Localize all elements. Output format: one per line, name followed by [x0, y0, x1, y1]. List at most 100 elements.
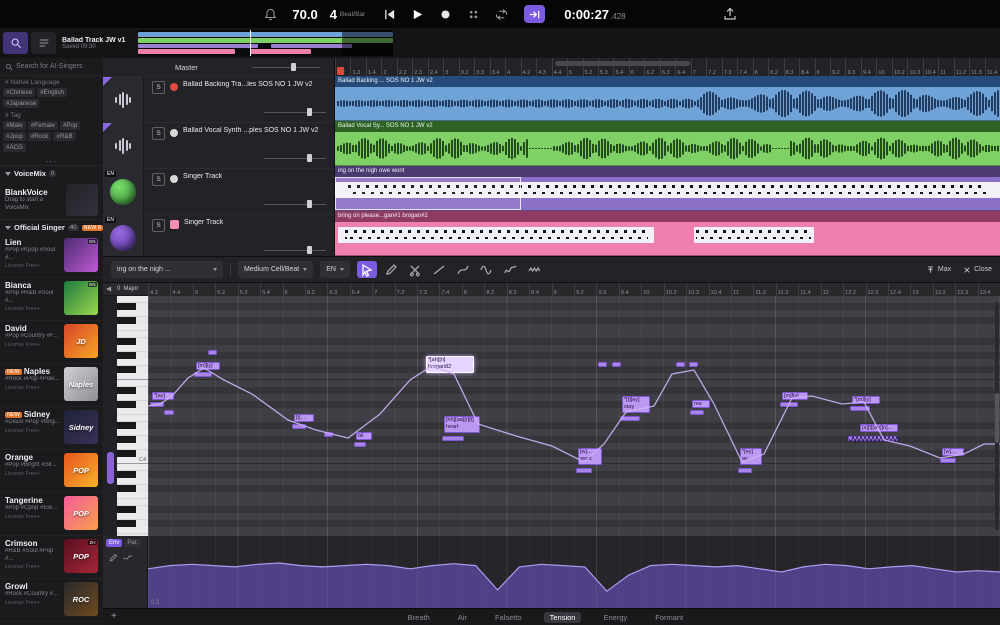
note-block[interactable]: [690, 410, 704, 415]
timeline-lane[interactable]: bring on please...gan#1 brogan#2: [335, 211, 1000, 256]
piano-key[interactable]: [117, 394, 148, 401]
record-arm-dot[interactable]: [170, 83, 178, 91]
note-block[interactable]: *[t][ey]stay: [622, 396, 650, 413]
close-editor-button[interactable]: Close: [963, 266, 992, 274]
track-list-button[interactable]: [31, 32, 56, 54]
note-block[interactable]: [598, 362, 607, 367]
note-block[interactable]: me: [692, 400, 710, 408]
note-block[interactable]: [940, 458, 956, 463]
singer-card[interactable]: Growl#Rock #Country #...License Free+ROC: [0, 579, 103, 622]
note-block[interactable]: [150, 402, 164, 407]
note-block[interactable]: [354, 442, 366, 447]
singer-card[interactable]: Crimson#R&B #Soul #Pop #...License Free+…: [0, 536, 103, 579]
filter-tag[interactable]: #Chinese: [3, 88, 35, 97]
region-marker[interactable]: [107, 452, 114, 484]
time-signature[interactable]: 4: [330, 7, 337, 22]
expand-tags-button[interactable]: ...: [0, 153, 103, 165]
singer-card[interactable]: David#Pop #Country #F...License Free+JD: [0, 321, 103, 364]
singer-search-input[interactable]: Search for AI-Singers: [0, 58, 103, 76]
piano-key[interactable]: [117, 310, 148, 317]
note-block[interactable]: [848, 436, 898, 441]
solo-button[interactable]: S: [152, 219, 165, 232]
note-block[interactable]: [676, 362, 685, 367]
param-tab-air[interactable]: Air: [452, 612, 473, 623]
tension-parameter-chart[interactable]: 0.3: [148, 536, 1000, 608]
piano-key[interactable]: C4: [117, 457, 148, 464]
pointer-tool[interactable]: [357, 261, 377, 278]
piano-key[interactable]: [117, 387, 136, 394]
singer-card[interactable]: Orange#Pop #Bright #Sil...License Free+P…: [0, 450, 103, 493]
official-singer-section-header[interactable]: Official Singer 40 NEW 8: [0, 219, 103, 235]
note-block[interactable]: [164, 410, 174, 415]
timeline-lane[interactable]: Ballad Vocal Sy... SOS NO 1 JW v2: [335, 121, 1000, 166]
master-volume-slider[interactable]: [252, 62, 320, 72]
note-block[interactable]: *[ey]ay: [740, 448, 762, 465]
note-block[interactable]: [w]...: [942, 448, 964, 456]
piano-key[interactable]: [117, 471, 136, 478]
pitch-freehand-tool[interactable]: [501, 261, 521, 278]
solo-button[interactable]: S: [152, 127, 165, 140]
piano-roll-ruler[interactable]: 4.34.455.25.35.466.26.36.477.27.37.488.2…: [148, 283, 1000, 297]
piano-key[interactable]: [117, 415, 148, 422]
piano-key[interactable]: [117, 408, 148, 415]
track-volume-slider[interactable]: [264, 245, 326, 255]
piano-key[interactable]: [117, 296, 148, 303]
play-icon[interactable]: [408, 5, 426, 23]
ai-search-button[interactable]: [3, 32, 28, 54]
note-block[interactable]: bil: [356, 432, 372, 440]
note-block[interactable]: [208, 350, 217, 355]
note-block[interactable]: [612, 362, 621, 367]
param-tab-breath[interactable]: Breath: [402, 612, 436, 623]
pitch-anchor-tool[interactable]: [453, 261, 473, 278]
arrangement-overview[interactable]: [138, 30, 393, 56]
param-tab-formant[interactable]: Formant: [649, 612, 689, 623]
curve-tool-icon[interactable]: [123, 553, 133, 563]
track-volume-slider[interactable]: [264, 107, 326, 117]
note-block[interactable]: *[m][iy]: [852, 396, 880, 404]
note-block[interactable]: [m][iy]: [782, 392, 808, 400]
filter-tag[interactable]: #English: [37, 88, 67, 97]
track-volume-slider[interactable]: [264, 153, 326, 163]
vertical-scrollbar[interactable]: [995, 302, 999, 530]
piano-key[interactable]: [117, 436, 136, 443]
piano-key[interactable]: [117, 331, 148, 338]
piano-key[interactable]: [117, 527, 148, 534]
env-mode-button[interactable]: Env: [106, 539, 122, 547]
pencil-tool-icon[interactable]: [108, 553, 118, 563]
piano-key[interactable]: [117, 492, 148, 499]
note-grid[interactable]: *[ay][m][iy][t]...bil*[ah][n]brogan82[hh…: [148, 296, 1000, 536]
timeline-lane[interactable]: Ballad Backing ... SOS NO 1 JW v2: [335, 76, 1000, 121]
record-icon[interactable]: [436, 5, 454, 23]
piano-key[interactable]: [117, 499, 148, 506]
singer-card[interactable]: Tangerine#Pop #Cpop #Ele...License Free+…: [0, 493, 103, 536]
singer-card[interactable]: Bianca#Pop #R&B #Soul #...License Free+E…: [0, 278, 103, 321]
timeline-lane[interactable]: ing on the nigh owe wont: [335, 166, 1000, 211]
piano-key[interactable]: [117, 464, 148, 471]
note-block[interactable]: [hh][aa][r][t]heart: [444, 416, 480, 433]
master-track-row[interactable]: Master: [103, 58, 334, 77]
project-info[interactable]: Ballad Track JW v1 Saved 09:30: [62, 37, 134, 50]
filter-tag[interactable]: #R&B: [53, 132, 75, 141]
piano-key[interactable]: [117, 324, 148, 331]
language-selector[interactable]: EN: [320, 261, 350, 278]
note-block[interactable]: [738, 468, 752, 473]
solo-button[interactable]: S: [152, 81, 165, 94]
segment-selector[interactable]: ing on the nigh ...: [111, 261, 223, 278]
export-icon[interactable]: [721, 5, 739, 23]
pitch-line-tool[interactable]: [429, 261, 449, 278]
piano-key[interactable]: [117, 422, 136, 429]
scissors-tool[interactable]: [405, 261, 425, 278]
note-block[interactable]: *[ay]: [152, 392, 174, 400]
quantize-selector[interactable]: Medium Cell/Beat: [238, 261, 313, 278]
piano-key[interactable]: [117, 513, 148, 520]
filter-tag[interactable]: #Jpop: [3, 132, 26, 141]
note-block[interactable]: [194, 372, 212, 377]
piano-key[interactable]: [117, 345, 148, 352]
filter-tag[interactable]: #Japanese: [3, 99, 39, 108]
voicemix-section-header[interactable]: VoiceMix 0: [0, 165, 103, 181]
pencil-tool[interactable]: [381, 261, 401, 278]
track-row[interactable]: ENSSinger Track: [103, 169, 334, 215]
filter-tag[interactable]: #ACG: [3, 143, 26, 152]
param-tab-tension[interactable]: Tension: [544, 612, 582, 623]
piano-key[interactable]: [117, 401, 136, 408]
